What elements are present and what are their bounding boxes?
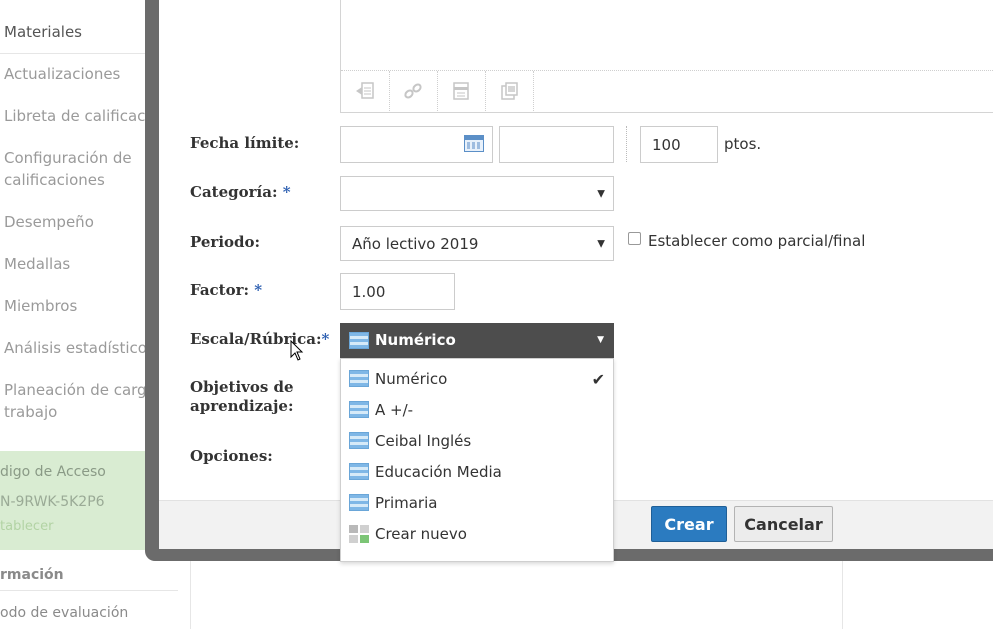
checkmark-icon: ✔ [591, 370, 605, 389]
sidebar-item-gradebook[interactable]: Libreta de calificacio [4, 105, 159, 127]
sidebar-item-materials[interactable]: Materiales [4, 21, 82, 43]
required-mark: * [282, 183, 291, 201]
cancel-button[interactable]: Cancelar [734, 506, 833, 542]
create-button[interactable]: Crear [651, 506, 727, 542]
points-value: 100 [652, 135, 681, 154]
category-select[interactable]: ▼ [340, 176, 614, 211]
points-unit-label: ptos. [724, 135, 762, 153]
scale-option-educacion-media[interactable]: Educación Media [341, 457, 613, 488]
chevron-down-icon: ▼ [597, 335, 604, 345]
due-date-label: Fecha límite: [190, 134, 300, 152]
scale-icon [349, 332, 369, 349]
points-input[interactable]: 100 [640, 126, 718, 163]
attach-file-icon[interactable] [341, 71, 390, 111]
scale-icon [349, 401, 369, 418]
sidebar-item-members[interactable]: Miembros [4, 295, 77, 317]
factor-input[interactable]: 1.00 [340, 273, 455, 310]
chevron-down-icon: ▼ [597, 188, 605, 199]
sidebar-item-workload-line2[interactable]: trabajo [4, 401, 57, 423]
scale-option-create-new[interactable]: Crear nuevo [341, 519, 613, 550]
scale-icon [349, 494, 369, 511]
sidebar-item-updates[interactable]: Actualizaciones [4, 63, 120, 85]
final-period-checkbox-label[interactable]: Establecer como parcial/final [648, 232, 865, 250]
sidebar-item-badges[interactable]: Medallas [4, 253, 70, 275]
calendar-icon[interactable] [464, 135, 484, 152]
access-code-title: digo de Acceso [0, 464, 106, 480]
final-period-checkbox[interactable] [628, 232, 641, 245]
scale-option-numeric[interactable]: Numérico ✔ [341, 364, 613, 395]
field-separator [626, 126, 627, 162]
due-date-input[interactable] [340, 126, 493, 163]
scale-option-label: Numérico [375, 370, 448, 388]
category-label: Categoría: * [190, 183, 291, 201]
scale-icon [349, 432, 369, 449]
scale-dropdown[interactable]: Numérico ▼ [340, 323, 614, 358]
scale-icon [349, 370, 369, 387]
sidebar-divider [0, 590, 178, 591]
scale-option-label: Crear nuevo [375, 525, 467, 543]
sidebar-item-workload[interactable]: Planeación de carga [4, 379, 156, 401]
objectives-label: Objetivos de [190, 378, 294, 396]
scale-option-ceibal-ingles[interactable]: Ceibal Inglés [341, 426, 613, 457]
scale-label: Escala/Rúbrica:* [190, 330, 330, 348]
document-icon[interactable] [437, 71, 486, 111]
required-mark: * [254, 281, 263, 299]
link-icon[interactable] [389, 71, 438, 111]
required-mark: * [321, 330, 330, 348]
period-value: Año lectivo 2019 [352, 234, 479, 253]
sidebar-item-grade-settings-line2[interactable]: calificaciones [4, 169, 105, 191]
sidebar-item-grade-settings[interactable]: Configuración de [4, 147, 132, 169]
scale-icon [349, 463, 369, 480]
due-time-input[interactable] [499, 126, 614, 163]
scale-option-label: Ceibal Inglés [375, 432, 472, 450]
period-select[interactable]: Año lectivo 2019 ▼ [340, 226, 614, 261]
scale-option-label: A +/- [375, 401, 414, 419]
mouse-cursor-icon [290, 340, 304, 361]
scale-option-primaria[interactable]: Primaria [341, 488, 613, 519]
resource-icon[interactable] [485, 71, 534, 111]
chevron-down-icon: ▼ [597, 238, 605, 249]
factor-label: Factor: * [190, 281, 263, 299]
sidebar-item-performance[interactable]: Desempeño [4, 211, 94, 233]
info-section-title: rmación [0, 567, 64, 583]
create-new-icon [349, 525, 369, 543]
scale-option-a-plus-minus[interactable]: A +/- [341, 395, 613, 426]
scale-selected-value: Numérico [375, 331, 456, 349]
scale-option-label: Primaria [375, 494, 438, 512]
options-label: Opciones: [190, 447, 273, 465]
factor-value: 1.00 [352, 282, 386, 301]
objectives-label-line2: aprendizaje: [190, 397, 294, 415]
info-grading-period[interactable]: odo de evaluación [0, 605, 128, 621]
access-code-reset-link[interactable]: tablecer [0, 519, 53, 534]
period-label: Periodo: [190, 233, 261, 251]
sidebar-item-analytics[interactable]: Análisis estadístico [4, 337, 147, 359]
access-code-value: N-9RWK-5K2P6 [0, 494, 105, 510]
scale-option-label: Educación Media [375, 463, 502, 481]
scale-options-list: Numérico ✔ A +/- Ceibal Inglés Educación… [340, 358, 614, 562]
